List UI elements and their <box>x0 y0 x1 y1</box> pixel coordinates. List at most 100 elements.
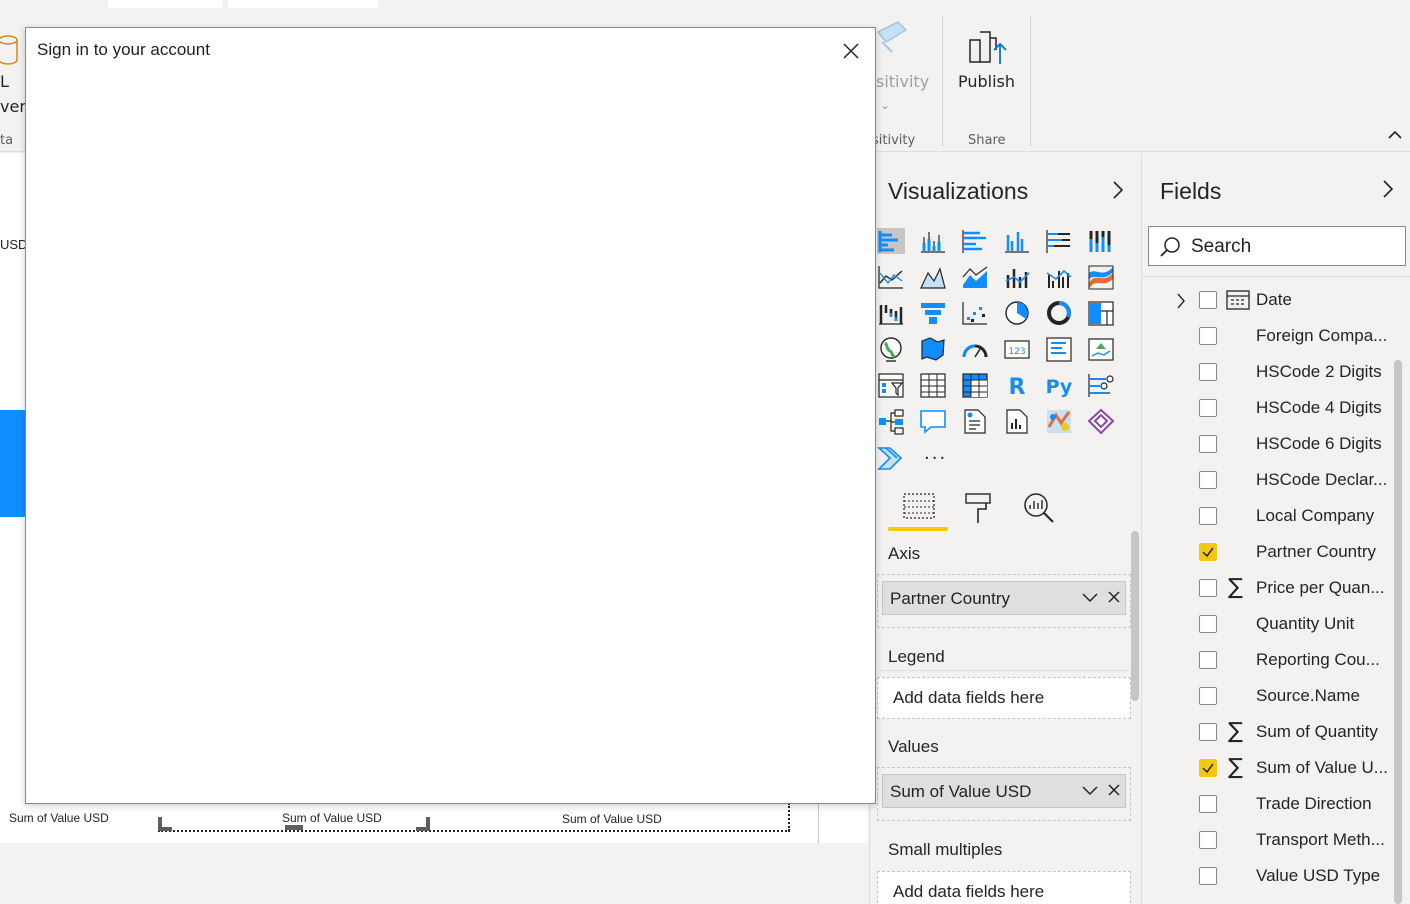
kpi-icon[interactable] <box>1086 335 1116 363</box>
resize-handle[interactable] <box>158 817 172 831</box>
card-icon[interactable]: 123 <box>1002 335 1032 363</box>
field-row[interactable]: HSCode 2 Digits <box>1142 355 1410 391</box>
field-row[interactable]: Date <box>1142 283 1410 319</box>
filled-map-icon[interactable] <box>918 335 948 363</box>
chevron-down-icon[interactable] <box>1081 592 1099 604</box>
legend-well[interactable]: Add data fields here <box>877 677 1131 719</box>
field-checkbox[interactable] <box>1199 651 1217 669</box>
collapse-ribbon-icon[interactable] <box>1388 130 1402 140</box>
donut-chart-icon[interactable] <box>1044 299 1074 327</box>
small-multiples-well[interactable]: Add data fields here <box>877 871 1131 904</box>
search-input[interactable]: Search <box>1148 226 1406 266</box>
pie-chart-icon[interactable] <box>1002 299 1032 327</box>
100-column-chart-icon[interactable] <box>1086 227 1116 255</box>
format-paint-icon[interactable] <box>962 491 994 525</box>
stacked-area-chart-icon[interactable] <box>960 263 990 291</box>
scrollbar-thumb[interactable] <box>1131 531 1139 701</box>
sql-server-icon[interactable] <box>0 30 20 70</box>
paginated-report-icon[interactable] <box>1002 407 1032 435</box>
field-checkbox[interactable] <box>1199 543 1217 561</box>
resize-handle[interactable] <box>285 825 303 830</box>
r-visual-icon[interactable]: R <box>1002 371 1032 399</box>
field-row[interactable]: Value USD Type <box>1142 859 1410 895</box>
funnel-chart-icon[interactable] <box>918 299 948 327</box>
multi-row-card-icon[interactable] <box>1044 335 1074 363</box>
field-row[interactable]: Local Company <box>1142 499 1410 535</box>
field-row[interactable]: Transport Meth... <box>1142 823 1410 859</box>
waterfall-chart-icon[interactable] <box>876 299 906 327</box>
ribbon-tab-stub[interactable] <box>108 0 222 8</box>
power-apps-icon[interactable] <box>1086 407 1116 435</box>
publish-button[interactable]: Publish <box>958 72 1015 91</box>
field-row[interactable]: HSCode Declar... <box>1142 463 1410 499</box>
field-row[interactable]: Quantity Unit <box>1142 607 1410 643</box>
stacked-bar-chart-icon[interactable] <box>876 227 906 255</box>
field-row[interactable]: Reporting Cou... <box>1142 643 1410 679</box>
line-stacked-column-icon[interactable] <box>1002 263 1032 291</box>
axis-well[interactable]: Partner Country <box>877 574 1131 628</box>
expand-chevron-icon[interactable] <box>1176 292 1186 310</box>
power-automate-icon[interactable] <box>876 443 906 471</box>
ribbon-chart-icon[interactable] <box>1086 263 1116 291</box>
field-checkbox[interactable] <box>1199 723 1217 741</box>
field-checkbox[interactable] <box>1199 831 1217 849</box>
field-row[interactable]: ∑ Price per Quan... <box>1142 571 1410 607</box>
field-row[interactable]: Partner Country <box>1142 535 1410 571</box>
field-checkbox[interactable] <box>1199 471 1217 489</box>
more-visuals-icon[interactable]: ··· <box>924 448 947 469</box>
values-well[interactable]: Sum of Value USD <box>877 767 1131 821</box>
fields-tab-icon[interactable] <box>902 491 936 523</box>
field-checkbox[interactable] <box>1199 759 1217 777</box>
field-checkbox[interactable] <box>1199 867 1217 885</box>
matrix-icon[interactable] <box>960 371 990 399</box>
azure-map-icon[interactable] <box>1044 407 1074 435</box>
key-influencers-icon[interactable] <box>1086 371 1116 399</box>
smart-narrative-icon[interactable] <box>960 407 990 435</box>
field-row[interactable]: HSCode 4 Digits <box>1142 391 1410 427</box>
100-bar-chart-icon[interactable] <box>1044 227 1074 255</box>
table-icon[interactable] <box>918 371 948 399</box>
clustered-bar-chart-icon[interactable] <box>960 227 990 255</box>
sensitivity-icon[interactable] <box>872 18 912 62</box>
field-row[interactable]: Source.Name <box>1142 679 1410 715</box>
ribbon-tab-stub[interactable] <box>228 0 378 8</box>
qa-visual-icon[interactable] <box>918 407 948 435</box>
chevron-right-icon[interactable] <box>1112 180 1124 200</box>
map-icon[interactable] <box>876 335 906 363</box>
axis-field-pill[interactable]: Partner Country <box>882 581 1126 615</box>
gauge-icon[interactable] <box>960 335 990 363</box>
field-checkbox[interactable] <box>1199 327 1217 345</box>
stacked-column-chart-icon[interactable] <box>918 227 948 255</box>
analytics-icon[interactable] <box>1022 491 1056 525</box>
field-row[interactable]: ∑ Sum of Value U... <box>1142 751 1410 787</box>
treemap-icon[interactable] <box>1086 299 1116 327</box>
clustered-column-chart-icon[interactable] <box>1002 227 1032 255</box>
close-icon[interactable] <box>838 38 864 64</box>
field-checkbox[interactable] <box>1199 363 1217 381</box>
chart-bar[interactable] <box>0 410 25 517</box>
field-checkbox[interactable] <box>1199 579 1217 597</box>
scrollbar-thumb[interactable] <box>1394 360 1402 904</box>
chevron-down-icon[interactable] <box>1081 785 1099 797</box>
field-checkbox[interactable] <box>1199 507 1217 525</box>
sensitivity-label[interactable]: sitivity <box>876 72 929 91</box>
values-field-pill[interactable]: Sum of Value USD <box>882 774 1126 808</box>
python-visual-icon[interactable]: Py <box>1044 371 1074 399</box>
field-checkbox[interactable] <box>1199 615 1217 633</box>
chevron-right-icon[interactable] <box>1382 179 1394 199</box>
field-checkbox[interactable] <box>1199 291 1217 309</box>
field-checkbox[interactable] <box>1199 795 1217 813</box>
field-checkbox[interactable] <box>1199 435 1217 453</box>
area-chart-icon[interactable] <box>918 263 948 291</box>
field-checkbox[interactable] <box>1199 399 1217 417</box>
decomposition-tree-icon[interactable] <box>876 407 906 435</box>
resize-handle[interactable] <box>416 817 430 831</box>
line-clustered-column-icon[interactable] <box>1044 263 1074 291</box>
field-row[interactable]: ∑ Sum of Quantity <box>1142 715 1410 751</box>
scatter-chart-icon[interactable] <box>960 299 990 327</box>
remove-field-icon[interactable] <box>1107 783 1121 797</box>
line-chart-icon[interactable] <box>876 263 906 291</box>
field-checkbox[interactable] <box>1199 687 1217 705</box>
field-row[interactable]: Trade Direction <box>1142 787 1410 823</box>
slicer-icon[interactable] <box>876 371 906 399</box>
